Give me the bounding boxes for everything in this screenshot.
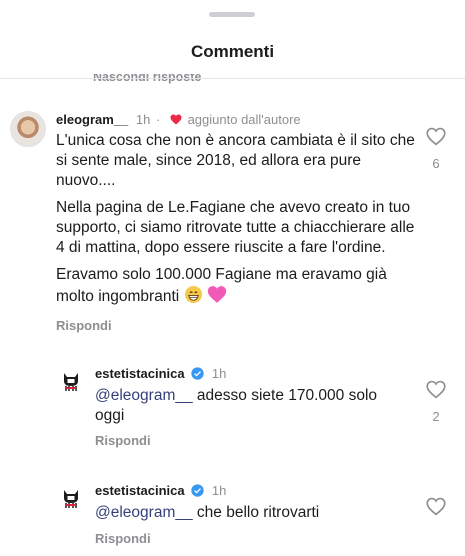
reply-time: 1h — [211, 366, 227, 381]
reply-meta: estetistacinica 1h — [95, 366, 226, 381]
user-mention[interactable]: @eleogram__ — [95, 387, 193, 404]
hide-replies-link[interactable]: Nascondi risposte — [93, 74, 201, 84]
drag-handle[interactable] — [209, 12, 255, 17]
sheet-title: Commenti — [190, 42, 275, 61]
reply-body: @eleogram__ che bello ritrovarti — [95, 503, 405, 523]
author-liked-badge: aggiunto dall'autore — [187, 112, 301, 127]
reply-button[interactable]: Rispondi — [95, 531, 151, 546]
reply-button[interactable]: Rispondi — [56, 318, 112, 333]
comment-meta: eleogram__ 1h · aggiunto dall'autore — [56, 112, 301, 127]
reply-text: che bello ritrovarti — [192, 504, 320, 521]
reply-body: @eleogram__ adesso siete 170.000 solo og… — [95, 386, 405, 426]
comment-paragraph: Nella pagina de Le.Fagiane che avevo cre… — [56, 199, 415, 256]
pink-heart-emoji — [207, 286, 226, 303]
reply-username[interactable]: estetistacinica — [95, 366, 185, 381]
grinning-face-emoji — [184, 285, 202, 304]
heart-outline-icon[interactable] — [426, 497, 446, 516]
heart-outline-icon[interactable] — [426, 380, 446, 399]
verified-badge-icon — [191, 367, 204, 380]
reply-time: 1h — [211, 483, 227, 498]
comment-paragraph: Eravamo solo 100.000 Fagiane ma eravamo … — [56, 266, 387, 305]
comments-sheet: Commenti Nascondi risposte eleogram__ 1h… — [0, 0, 465, 556]
like-count: 6 — [432, 156, 440, 171]
reply-button[interactable]: Rispondi — [95, 433, 151, 448]
comment-time: 1h — [135, 112, 151, 127]
heart-outline-icon[interactable] — [426, 127, 446, 146]
reply-meta: estetistacinica 1h — [95, 483, 226, 498]
comment-body: L'unica cosa che non è ancora cambiata è… — [56, 131, 416, 314]
heart-filled-icon — [170, 114, 182, 125]
comment-paragraph: L'unica cosa che non è ancora cambiata è… — [56, 132, 415, 189]
like-count: 2 — [432, 409, 440, 424]
avatar[interactable] — [10, 111, 46, 147]
verified-badge-icon — [191, 484, 204, 497]
user-mention[interactable]: @eleogram__ — [95, 504, 193, 521]
cat-logo-icon — [64, 373, 78, 391]
avatar[interactable] — [58, 368, 84, 394]
reply-username[interactable]: estetistacinica — [95, 483, 185, 498]
header-divider — [0, 78, 465, 79]
cat-logo-icon — [64, 490, 78, 508]
avatar[interactable] — [58, 485, 84, 511]
comment-username[interactable]: eleogram__ — [56, 112, 128, 127]
